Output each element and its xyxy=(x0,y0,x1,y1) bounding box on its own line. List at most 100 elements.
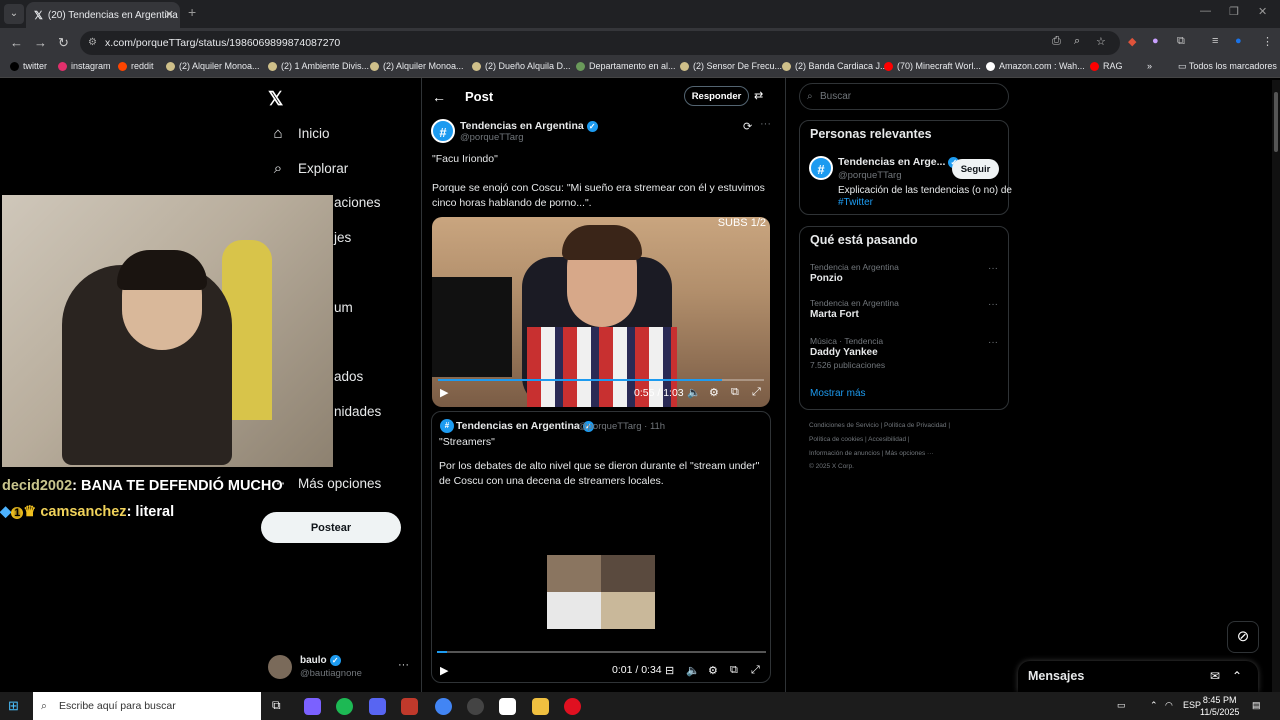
chrome-icon[interactable] xyxy=(435,698,452,715)
relevant-name[interactable]: Tendencias en Arge...✓ xyxy=(838,156,960,168)
grok-button-icon[interactable]: ⊘ xyxy=(1227,621,1259,653)
quoted-video[interactable] xyxy=(547,555,655,629)
author-name[interactable]: Tendencias en Argentina ✓ xyxy=(460,120,598,132)
author-handle[interactable]: @porqueTTarg xyxy=(460,132,524,143)
more-icon[interactable]: ··· xyxy=(760,118,771,130)
extensions-puzzle-icon[interactable]: ⧉ xyxy=(1177,35,1185,48)
footer-links[interactable]: Política de cookies | Accesibilidad | xyxy=(809,436,910,443)
follow-button[interactable]: Seguir xyxy=(952,159,999,179)
bookmark-item[interactable]: Departamento en al... xyxy=(576,61,676,71)
nav-notifications[interactable]: aciones xyxy=(334,195,381,210)
footer-links[interactable]: Información de anuncios | Más opciones ·… xyxy=(809,450,934,457)
relevant-avatar[interactable]: # xyxy=(809,156,833,180)
extension-icon[interactable]: ◆ xyxy=(1128,35,1136,48)
nav-communities[interactable]: nidades xyxy=(334,404,381,419)
bookmark-item[interactable]: (2) Banda Cardiaca J... xyxy=(782,61,888,71)
trend-more-icon[interactable]: ··· xyxy=(988,263,998,274)
extension2-icon[interactable]: ● xyxy=(1152,35,1159,47)
trend-more-icon[interactable]: ··· xyxy=(988,299,998,310)
trend-more-icon[interactable]: ··· xyxy=(988,337,998,348)
obs-icon[interactable] xyxy=(467,698,484,715)
settings-icon[interactable]: ⚙ xyxy=(709,386,719,399)
relevant-handle[interactable]: @porqueTTarg xyxy=(838,170,902,181)
nav-premium[interactable]: um xyxy=(334,300,353,315)
bookmark-item[interactable]: instagram xyxy=(58,61,111,71)
windows-start-icon[interactable]: ⊞ xyxy=(8,698,19,714)
language-indicator[interactable]: ESP xyxy=(1183,700,1201,710)
bookmark-item[interactable]: reddit xyxy=(118,61,154,71)
app-icon[interactable] xyxy=(401,698,418,715)
trend-name[interactable]: Ponzio xyxy=(810,273,843,284)
bookmark-item[interactable]: (2) Sensor De Frecu... xyxy=(680,61,782,71)
reply-button[interactable]: Responder xyxy=(684,86,749,106)
scrollbar[interactable] xyxy=(1272,80,1280,692)
play-icon[interactable]: ▶ xyxy=(440,664,448,677)
back-icon[interactable]: ← xyxy=(10,35,23,50)
nav-home[interactable]: ⌂ Inicio xyxy=(268,125,329,142)
fullscreen-icon[interactable]: ⤢ xyxy=(752,386,761,399)
back-arrow-icon[interactable]: ← xyxy=(432,89,446,105)
tray-expand-icon[interactable]: ⌃ xyxy=(1150,700,1158,711)
profile-avatar-icon[interactable]: ● xyxy=(1235,35,1242,47)
trend-meta[interactable]: Tendencia en Argentina xyxy=(810,262,899,272)
video-progress[interactable] xyxy=(438,379,764,381)
expand-icon[interactable]: ⌃ xyxy=(1232,669,1242,683)
discord-icon[interactable] xyxy=(369,698,386,715)
bookmark-item[interactable]: (2) Dueño Alquila D... xyxy=(472,61,571,71)
clock[interactable]: 8:45 PM 11/5/2025 xyxy=(1200,694,1239,718)
media-icon[interactable]: ≡ xyxy=(1212,35,1218,47)
active-tab[interactable]: 𝕏 (20) Tendencias en Argentina e ✕ xyxy=(26,2,180,28)
task-view-icon[interactable]: ⧉ xyxy=(272,698,289,715)
bookmark-item[interactable]: Amazon.com : Wah... xyxy=(986,61,1085,71)
settings-icon[interactable]: ⚙ xyxy=(708,664,718,677)
account-switcher[interactable]: baulo ✓ @bautiagnone ··· xyxy=(268,655,418,685)
x-logo-icon[interactable]: 𝕏 xyxy=(268,88,283,111)
trend-meta[interactable]: Tendencia en Argentina xyxy=(810,298,899,308)
restore-icon[interactable]: ❐ xyxy=(1229,5,1239,18)
messages-drawer[interactable]: Mensajes ✉ ⌃ xyxy=(1018,661,1258,692)
tab-close-icon[interactable]: ✕ xyxy=(165,8,174,21)
footer-links[interactable]: Condiciones de Servicio | Política de Pr… xyxy=(809,422,950,429)
more-bookmarks-icon[interactable]: » xyxy=(1147,61,1152,71)
nav-more[interactable]: ⋯ Más opciones xyxy=(268,474,382,492)
opera-icon[interactable] xyxy=(564,698,581,715)
bookmark-item[interactable]: (2) Alquiler Monoa... xyxy=(166,61,260,71)
copilot-icon[interactable] xyxy=(304,698,321,715)
network-tray-icon[interactable]: ▭ xyxy=(1117,700,1126,711)
fullscreen-icon[interactable]: ⤢ xyxy=(751,664,760,677)
install-icon[interactable]: ⎙ xyxy=(1052,35,1061,48)
play-icon[interactable]: ▶ xyxy=(440,386,448,399)
trend-meta[interactable]: Música · Tendencia xyxy=(810,336,883,346)
spotify-icon[interactable] xyxy=(336,698,353,715)
forward-icon[interactable]: → xyxy=(34,35,47,50)
pip-icon[interactable]: ⧉ xyxy=(731,386,739,399)
url-field[interactable]: ⚙ x.com/porqueTTarg/status/1986069899874… xyxy=(80,31,1120,55)
volume-icon[interactable]: 🔈 xyxy=(687,386,701,399)
new-message-icon[interactable]: ✉ xyxy=(1210,669,1220,683)
new-tab-button[interactable]: + xyxy=(188,4,196,20)
site-info-icon[interactable]: ⚙ xyxy=(88,31,97,55)
quoted-post[interactable] xyxy=(431,411,771,683)
bookmark-item[interactable]: RAG xyxy=(1090,61,1123,71)
filter-icon[interactable]: ⇄ xyxy=(754,89,763,102)
bookmark-item[interactable]: (2) 1 Ambiente Divis... xyxy=(268,61,369,71)
quoted-video-progress[interactable] xyxy=(437,651,766,653)
nav-messages[interactable]: jes xyxy=(334,230,351,245)
nav-bookmarks[interactable]: ados xyxy=(334,369,363,384)
video-player[interactable]: SUBS 1/2 ▶ 0:55 / 1:03 🔈 ⚙ ⧉ ⤢ xyxy=(432,217,770,407)
taskbar-search[interactable]: ⌕ Escribe aquí para buscar xyxy=(33,692,261,720)
show-more-link[interactable]: Mostrar más xyxy=(810,388,866,399)
volume-icon[interactable]: 🔈 xyxy=(686,664,700,677)
close-window-icon[interactable]: ✕ xyxy=(1258,5,1267,18)
post-button[interactable]: Postear xyxy=(261,512,401,543)
nav-explore[interactable]: ⌕ Explorar xyxy=(268,160,348,177)
all-bookmarks-folder[interactable]: ▭ Todos los marcadores xyxy=(1178,61,1277,72)
wifi-icon[interactable]: ◠ xyxy=(1165,700,1173,711)
captions-icon[interactable]: ⊟ xyxy=(665,664,674,677)
bookmark-item[interactable]: (2) Alquiler Monoa... xyxy=(370,61,464,71)
account-more-icon[interactable]: ··· xyxy=(398,659,409,671)
reload-icon[interactable]: ↻ xyxy=(58,35,69,51)
star-icon[interactable]: ☆ xyxy=(1096,35,1106,48)
bookmark-item[interactable]: (70) Minecraft Worl... xyxy=(884,61,981,71)
search-input[interactable]: ⌕ Buscar xyxy=(799,83,1009,110)
